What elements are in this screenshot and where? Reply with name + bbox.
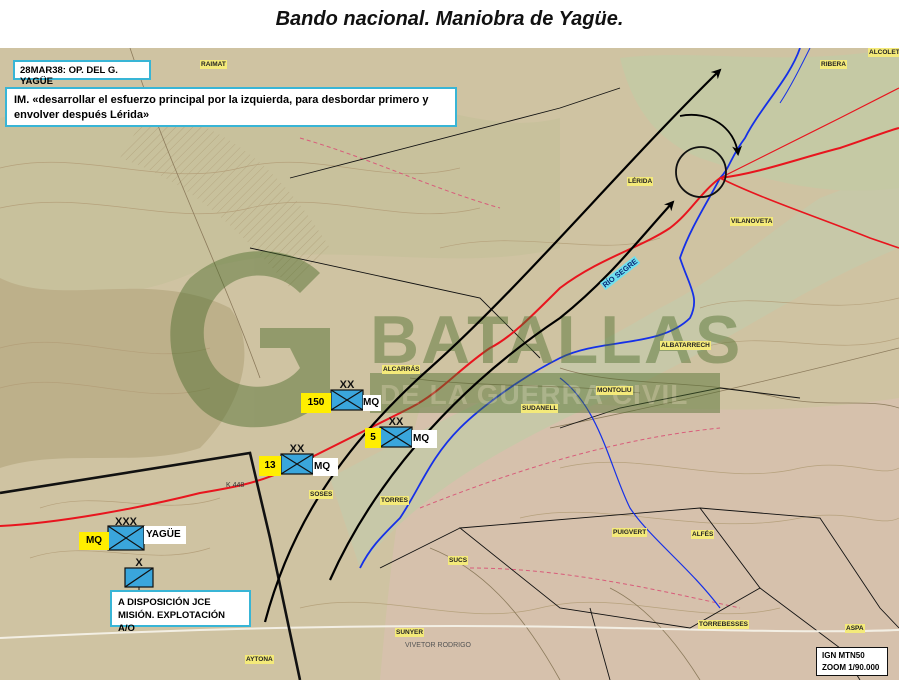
place-sucs: SUCS (448, 556, 469, 565)
scale-box: IGN MTN50 ZOOM 1/90.000 (816, 647, 888, 676)
unit-div5-left-label: 5 (365, 428, 381, 448)
place-vivetor: VIVETOR RODRIGO (405, 642, 471, 649)
place-torrebesses: TORREBESSES (698, 620, 750, 629)
place-sunyer: SUNYER (395, 628, 425, 637)
unit-div150-right-label: MQ (363, 395, 381, 411)
place-raimat: RAIMAT (200, 60, 227, 69)
place-soses: SOSES (309, 490, 334, 499)
topographic-map: BATALLAS DE LA GUERRA CIVIL XXX XX XX XX… (0, 48, 899, 680)
place-sudanell: SUDANELL (521, 404, 559, 413)
unit-yague-left-label: MQ (79, 532, 109, 550)
place-k448: K 448 (226, 482, 245, 489)
unit-yague-echelon: XXX (115, 516, 138, 528)
scale-box-line2: ZOOM 1/90.000 (822, 663, 880, 672)
watermark-line1: BATALLAS (370, 302, 742, 378)
intent-box: IM. «desarrollar el esfuerzo principal p… (5, 87, 457, 127)
reserve-box: A DISPOSICIÓN JCE MISIÓN. EXPLOTACIÓN A/… (110, 590, 251, 634)
place-alfes: ALFÉS (691, 530, 715, 539)
date-box: 28MAR38: OP. DEL G. YAGÜE (13, 60, 151, 87)
reserve-box-line2: MISIÓN. EXPLOTACIÓN A/O (118, 610, 225, 634)
unit-div150-echelon: XX (340, 379, 355, 391)
unit-yague-right-label: YAGÜE (144, 526, 186, 544)
unit-div5-right-label: MQ (412, 430, 437, 448)
unit-div13-right-label: MQ (313, 458, 338, 476)
unit-reserve-echelon: X (135, 557, 143, 569)
place-alcarras: ALCARRÁS (382, 365, 421, 374)
place-torres: TORRES (380, 496, 409, 505)
unit-div13-echelon: XX (290, 443, 305, 455)
intent-box-text: IM. «desarrollar el esfuerzo principal p… (14, 94, 429, 121)
place-vilanoveta: VILANOVETA (730, 217, 774, 226)
place-puigvert: PUIGVERT (612, 528, 648, 537)
page: Bando nacional. Maniobra de Yagüe. BATAL… (0, 0, 899, 680)
place-albatarrech: ALBATARRECH (660, 341, 711, 350)
reserve-box-line1: A DISPOSICIÓN JCE (118, 597, 211, 608)
unit-div13-left-label: 13 (259, 456, 281, 476)
place-alcoletge: ALCOLETGE (868, 48, 899, 57)
scale-box-line1: IGN MTN50 (822, 651, 865, 660)
unit-div150-left-label: 150 (301, 393, 331, 413)
place-ribera: RIBERA (820, 60, 847, 69)
place-montoliu: MONTOLIU (596, 386, 633, 395)
place-aspa: ASPA (845, 624, 865, 633)
page-title: Bando nacional. Maniobra de Yagüe. (275, 8, 624, 30)
unit-div5-echelon: XX (389, 416, 404, 428)
place-lerida: LÉRIDA (627, 177, 654, 186)
place-aytona: AYTONA (245, 655, 274, 664)
